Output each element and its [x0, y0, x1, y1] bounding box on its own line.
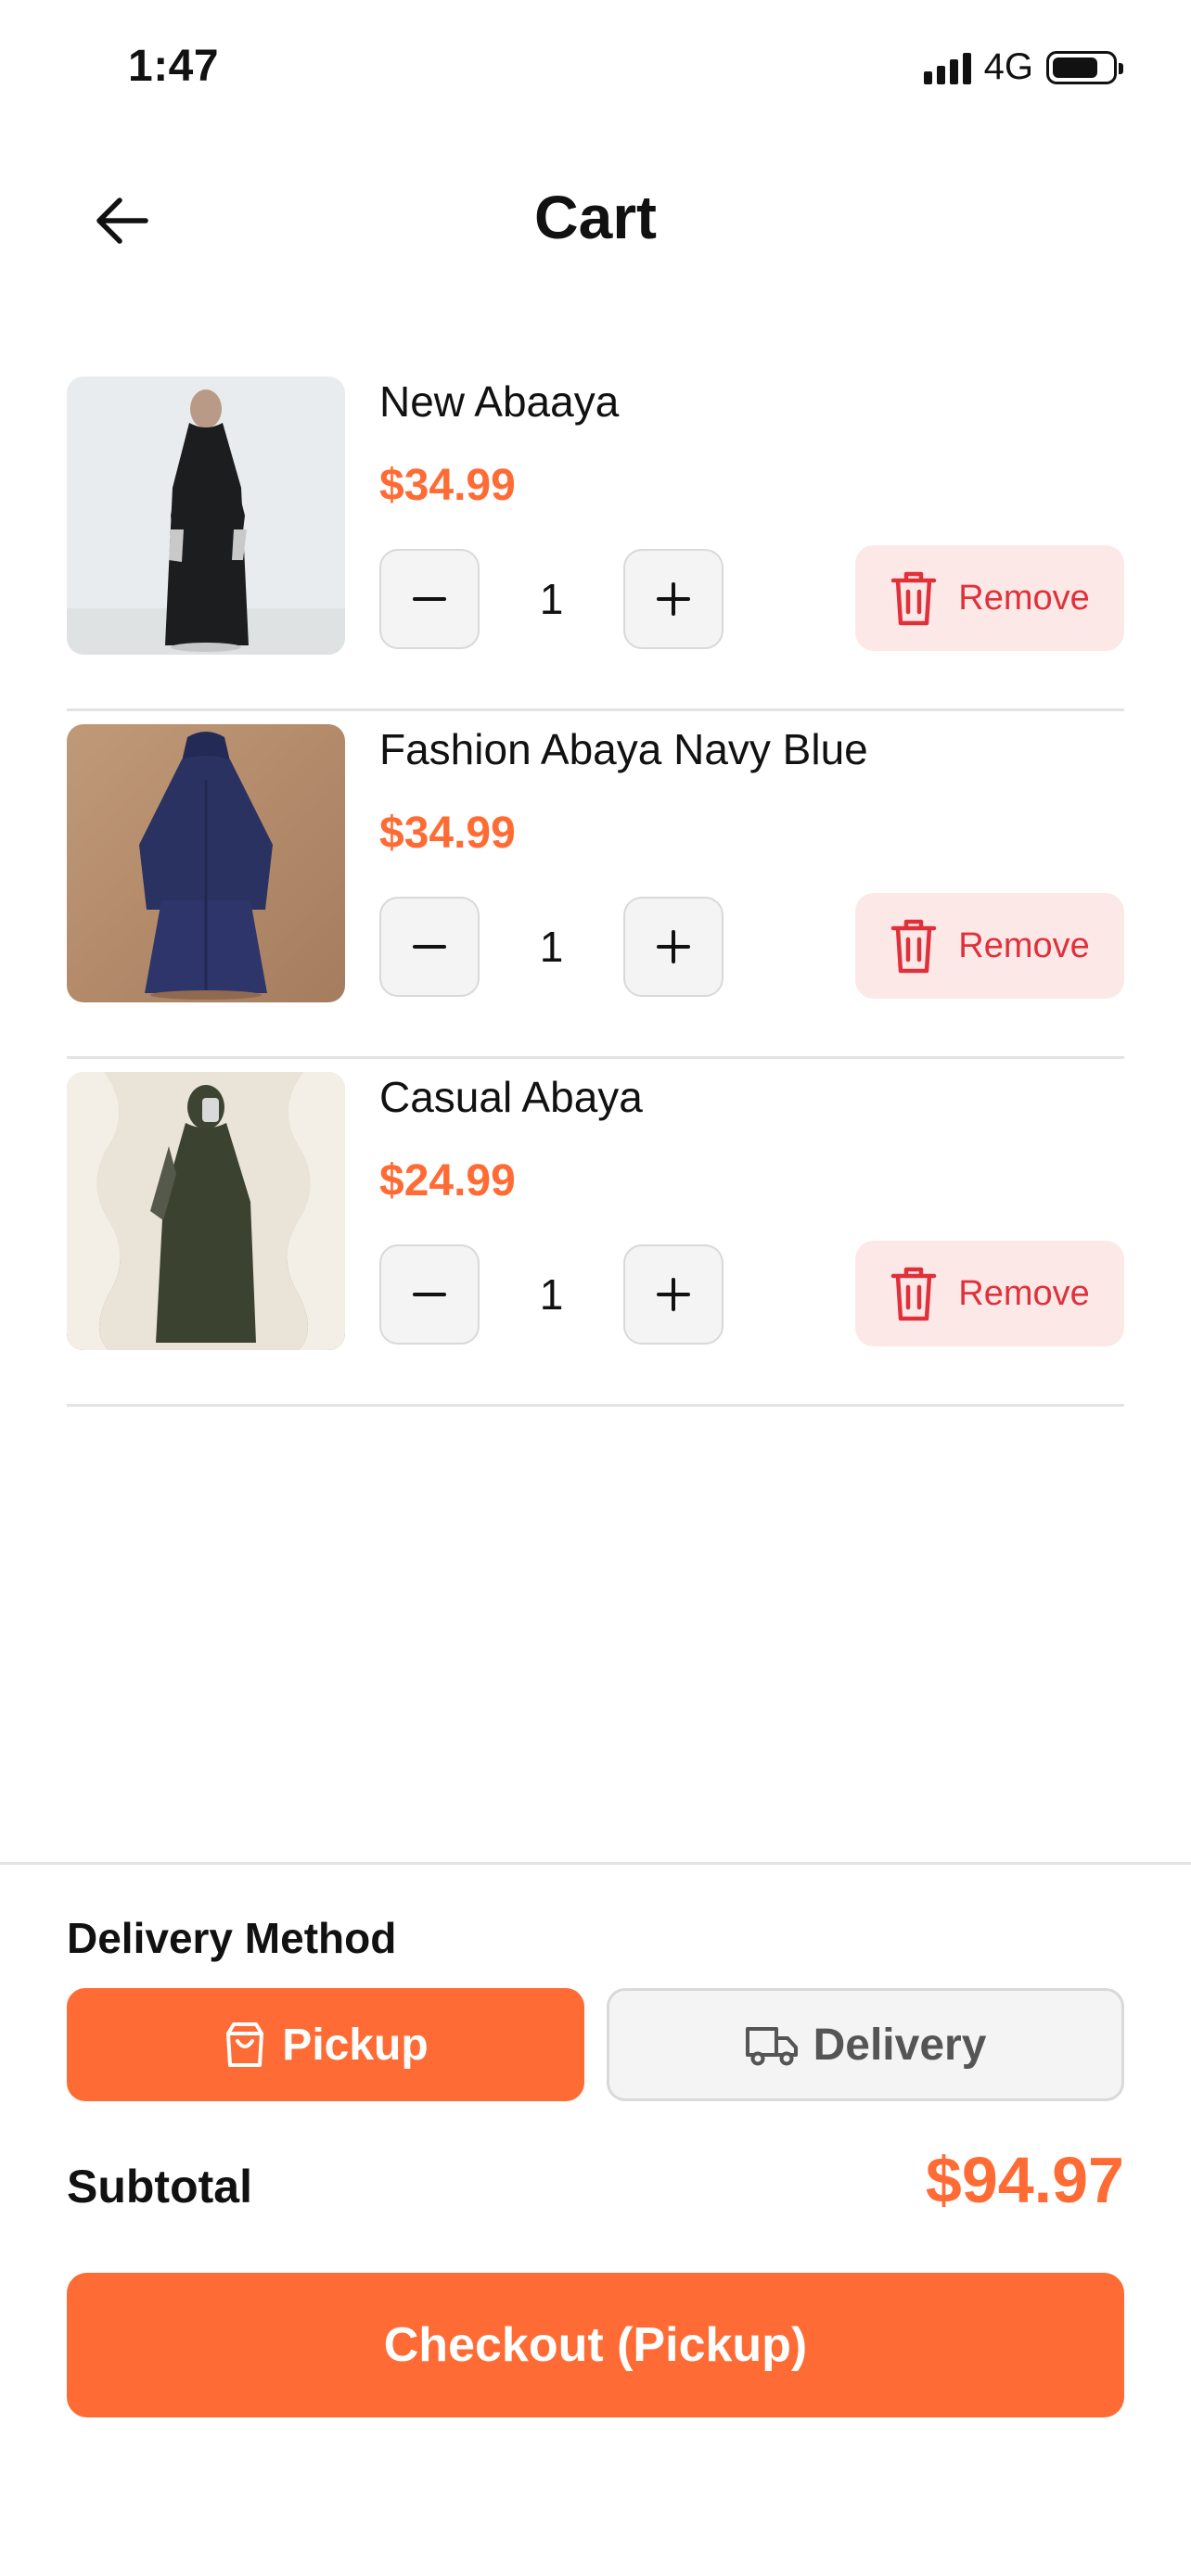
pickup-option-button[interactable]: Pickup: [67, 1988, 584, 2101]
item-price: $34.99: [379, 461, 516, 510]
checkout-button[interactable]: Checkout (Pickup): [67, 2273, 1124, 2417]
truck-icon: [745, 2027, 798, 2066]
remove-label: Remove: [958, 1273, 1090, 1313]
quantity-value: 1: [539, 1270, 564, 1319]
cart-list: New Abaaya $34.99 1 Remove Fashion Abaya…: [67, 363, 1124, 1407]
item-name: New Abaaya: [379, 377, 620, 426]
page-title: Cart: [533, 183, 658, 251]
battery-level: [1053, 57, 1097, 78]
item-price: $34.99: [379, 809, 516, 858]
delivery-method-title: Delivery Method: [67, 1914, 397, 1962]
trash-icon: [891, 1267, 937, 1321]
product-image[interactable]: [67, 376, 345, 655]
minus-icon: [413, 945, 446, 949]
quantity-value: 1: [539, 923, 564, 971]
subtotal-value: $94.97: [925, 2144, 1124, 2216]
network-type: 4G: [983, 46, 1033, 87]
shopping-bag-icon: [226, 2022, 264, 2067]
decrease-quantity-button[interactable]: [379, 897, 480, 997]
remove-button[interactable]: Remove: [855, 893, 1124, 999]
checkout-panel: Delivery Method Pickup Delivery Subtotal…: [0, 1862, 1191, 2576]
cart-item: New Abaaya $34.99 1 Remove: [67, 363, 1124, 711]
battery-icon: [1046, 50, 1123, 84]
remove-button[interactable]: Remove: [855, 1241, 1124, 1346]
trash-icon: [891, 571, 937, 626]
minus-icon: [413, 1293, 446, 1296]
decrease-quantity-button[interactable]: [379, 1244, 480, 1345]
decrease-quantity-button[interactable]: [379, 549, 480, 649]
item-price: $24.99: [379, 1156, 516, 1205]
increase-quantity-button[interactable]: [623, 1244, 724, 1345]
item-name: Casual Abaya: [379, 1073, 643, 1121]
increase-quantity-button[interactable]: [623, 897, 724, 997]
plus-icon: [657, 930, 690, 963]
trash-icon: [891, 919, 937, 974]
delivery-option-button[interactable]: Delivery: [607, 1988, 1124, 2101]
plus-icon: [657, 582, 690, 616]
product-image[interactable]: [67, 724, 345, 1002]
product-image[interactable]: [67, 1072, 345, 1350]
item-name: Fashion Abaya Navy Blue: [379, 725, 868, 773]
cart-item: Fashion Abaya Navy Blue $34.99 1 Remove: [67, 711, 1124, 1059]
remove-label: Remove: [958, 578, 1090, 618]
plus-icon: [657, 1278, 690, 1311]
status-bar: 1:47 4G: [0, 0, 1191, 139]
status-indicators: 4G: [923, 46, 1123, 88]
status-time: 1:47: [128, 42, 220, 91]
cart-item: Casual Abaya $24.99 1 Remove: [67, 1059, 1124, 1407]
remove-label: Remove: [958, 925, 1090, 965]
signal-icon: [923, 51, 971, 84]
remove-button[interactable]: Remove: [855, 545, 1124, 651]
pickup-label: Pickup: [282, 2020, 429, 2070]
increase-quantity-button[interactable]: [623, 549, 724, 649]
delivery-label: Delivery: [813, 2020, 987, 2070]
subtotal-label: Subtotal: [67, 2161, 252, 2213]
quantity-value: 1: [539, 575, 564, 623]
minus-icon: [413, 597, 446, 601]
